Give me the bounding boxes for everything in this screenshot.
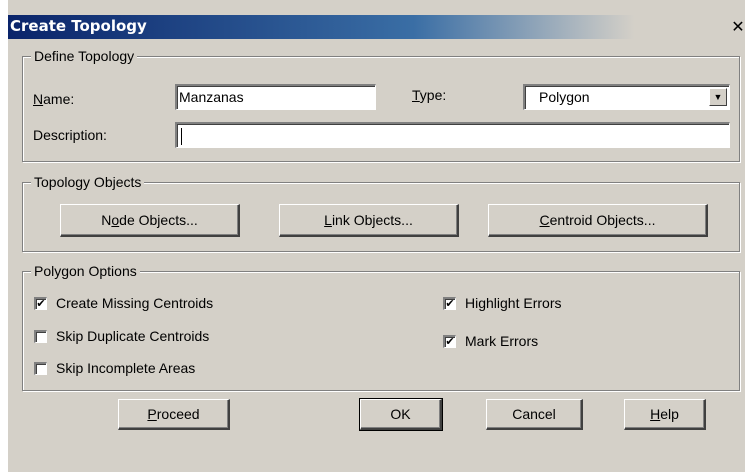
dialog-title: Create Topology xyxy=(10,17,147,35)
cancel-button[interactable]: Cancel xyxy=(486,399,583,430)
description-input[interactable] xyxy=(175,122,730,148)
centroid-objects-button[interactable]: Centroid Objects... xyxy=(488,204,708,237)
name-input[interactable]: Manzanas xyxy=(175,84,376,110)
define-topology-group: Define Topology Name: Manzanas Type: Pol… xyxy=(22,47,740,162)
background-strip xyxy=(0,0,8,472)
create-missing-centroids-label[interactable]: Create Missing Centroids xyxy=(56,294,213,312)
skip-duplicate-centroids-checkbox[interactable] xyxy=(34,330,47,343)
help-button[interactable]: Help xyxy=(624,399,706,430)
create-missing-centroids-checkbox[interactable]: ✔ xyxy=(34,297,47,310)
mark-errors-checkbox[interactable]: ✔ xyxy=(443,335,456,348)
highlight-errors-checkbox[interactable]: ✔ xyxy=(443,297,456,310)
type-label: Type: xyxy=(412,87,447,103)
polygon-options-group: Polygon Options ✔ Create Missing Centroi… xyxy=(22,262,740,391)
create-topology-dialog: Create Topology ✕ Define Topology Name: … xyxy=(0,0,745,472)
proceed-button[interactable]: Proceed xyxy=(118,399,230,430)
type-select[interactable]: Polygon ▼ xyxy=(523,84,730,110)
define-topology-label: Define Topology xyxy=(31,47,138,65)
close-icon[interactable]: ✕ xyxy=(731,19,745,35)
skip-duplicate-centroids-label[interactable]: Skip Duplicate Centroids xyxy=(56,327,209,345)
skip-incomplete-areas-checkbox[interactable] xyxy=(34,362,47,375)
link-objects-button[interactable]: Link Objects... xyxy=(279,204,459,237)
text-caret xyxy=(181,127,182,145)
description-label: Description: xyxy=(33,127,107,143)
topology-objects-label: Topology Objects xyxy=(31,173,145,191)
title-bar[interactable]: Create Topology ✕ xyxy=(8,15,745,39)
skip-incomplete-areas-label[interactable]: Skip Incomplete Areas xyxy=(56,359,195,377)
topology-objects-group: Topology Objects Node Objects... Link Ob… xyxy=(22,173,740,252)
polygon-options-label: Polygon Options xyxy=(31,262,140,280)
mark-errors-label[interactable]: Mark Errors xyxy=(465,332,538,350)
name-label: Name: xyxy=(33,91,75,107)
node-objects-button[interactable]: Node Objects... xyxy=(60,204,240,237)
chevron-down-icon[interactable]: ▼ xyxy=(709,88,727,106)
ok-button[interactable]: OK xyxy=(359,398,443,431)
highlight-errors-label[interactable]: Highlight Errors xyxy=(465,294,561,312)
